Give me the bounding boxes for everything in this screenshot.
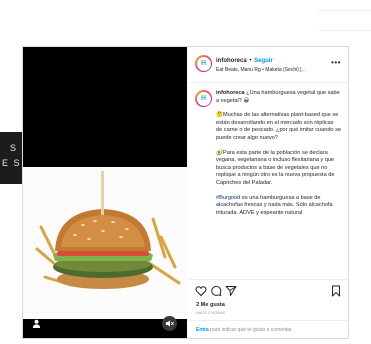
- follow-button[interactable]: Seguir: [254, 58, 273, 64]
- post-actions: [188, 279, 348, 301]
- post-info: H infohoreca • Seguir Eat Beats, Manu Rg…: [188, 47, 348, 338]
- caption-text: infohoreca ¿Una hamburguesa vegetal que …: [216, 90, 341, 105]
- login-link[interactable]: Entra: [196, 327, 209, 333]
- caption-paragraph: 🥑Para esta parte de la población se decl…: [216, 149, 335, 186]
- caption-avatar[interactable]: H: [195, 90, 212, 107]
- burger-illustration: [35, 171, 181, 289]
- instagram-embed: H infohoreca • Seguir Eat Beats, Manu Rg…: [22, 46, 349, 339]
- sound-off-icon[interactable]: [162, 316, 177, 331]
- heart-icon[interactable]: [195, 285, 207, 297]
- comment-prompt: para indicar que te gusta o comentar.: [208, 327, 293, 333]
- account-avatar[interactable]: H: [195, 55, 212, 72]
- page-divider: [318, 30, 371, 31]
- comment-bar: Entra para indicar que te gusta o coment…: [188, 320, 348, 338]
- user-icon[interactable]: [32, 319, 41, 328]
- separator-dot: •: [249, 58, 252, 64]
- burger-photo: [23, 167, 187, 319]
- caption-paragraph: 🤔Muchas de las alternativas plant-based …: [216, 112, 342, 141]
- post-header: H infohoreca • Seguir Eat Beats, Manu Rg…: [188, 47, 348, 83]
- avatar-letter: H: [196, 91, 211, 106]
- caption-username[interactable]: infohoreca: [216, 90, 245, 96]
- post-caption: H infohoreca ¿Una hamburguesa vegetal qu…: [188, 84, 348, 279]
- comment-icon[interactable]: [210, 285, 222, 297]
- account-name[interactable]: infohoreca: [216, 58, 247, 64]
- caption-intro: H infohoreca ¿Una hamburguesa vegetal qu…: [195, 90, 341, 217]
- post-date: HACE 2 HORAS: [196, 311, 226, 315]
- bookmark-icon[interactable]: [330, 285, 342, 297]
- audio-subtitle[interactable]: Eat Beats, Manu Rg • Maketa (Sechi) [...: [216, 67, 326, 73]
- post-media[interactable]: [23, 47, 187, 338]
- account-line: infohoreca • Seguir: [216, 58, 273, 64]
- more-icon[interactable]: •••: [331, 59, 341, 67]
- caption-paragraph: #Burgood es una hamburguesa a base de al…: [216, 195, 341, 218]
- avatar-letter: H: [196, 56, 211, 71]
- page-divider: [318, 10, 371, 11]
- likes-count[interactable]: 2 Me gusta: [196, 302, 225, 308]
- share-icon[interactable]: [225, 285, 237, 297]
- hashtag-link[interactable]: #Burgood: [216, 195, 240, 201]
